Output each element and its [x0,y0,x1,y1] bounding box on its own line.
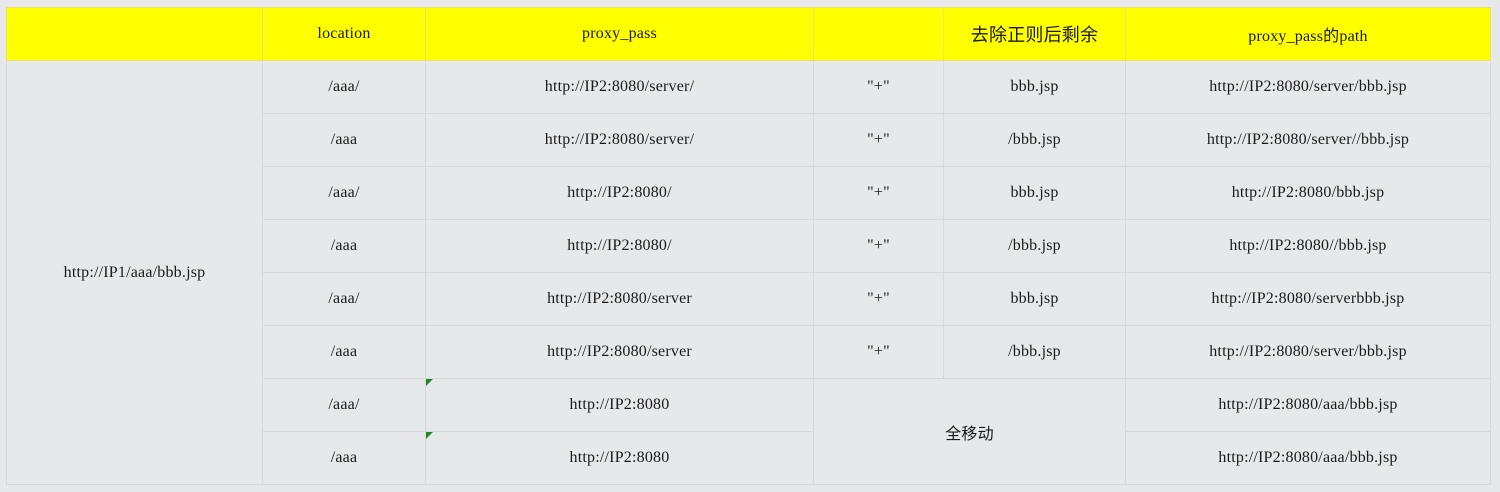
proxy-pass-cell[interactable]: http://IP2:8080/ [425,219,814,273]
path-cell[interactable]: http://IP2:8080/aaa/bbb.jsp [1125,431,1491,485]
location-cell[interactable]: /aaa [262,325,426,379]
merged-move-all-cell[interactable]: 全移动 [813,378,1126,485]
header-cell-remaining[interactable]: 去除正则后剩余 [943,7,1126,61]
proxy-pass-cell[interactable]: http://IP2:8080/server/ [425,113,814,167]
header-cell-op[interactable] [813,7,944,61]
op-cell[interactable]: "+" [813,272,944,326]
remaining-cell[interactable]: bbb.jsp [943,166,1126,220]
comment-marker-icon [426,432,433,439]
header-cell-path[interactable]: proxy_pass的path [1125,7,1491,61]
proxy-pass-text: http://IP2:8080 [569,396,670,413]
path-cell[interactable]: http://IP2:8080/server//bbb.jsp [1125,113,1491,167]
proxy-pass-cell[interactable]: http://IP2:8080/server [425,325,814,379]
op-cell[interactable]: "+" [813,166,944,220]
header-cell-proxy-pass[interactable]: proxy_pass [425,7,814,61]
path-cell[interactable]: http://IP2:8080/serverbbb.jsp [1125,272,1491,326]
location-cell[interactable]: /aaa/ [262,378,426,432]
request-url-cell[interactable]: http://IP1/aaa/bbb.jsp [6,60,263,485]
header-row: location proxy_pass 去除正则后剩余 proxy_pass的p… [6,7,1491,61]
proxy-pass-text: http://IP2:8080 [569,449,670,466]
proxy-pass-cell[interactable]: http://IP2:8080/ [425,166,814,220]
op-cell[interactable]: "+" [813,219,944,273]
path-cell[interactable]: http://IP2:8080//bbb.jsp [1125,219,1491,273]
remaining-cell[interactable]: bbb.jsp [943,60,1126,114]
op-cell[interactable]: "+" [813,113,944,167]
path-cell[interactable]: http://IP2:8080/server/bbb.jsp [1125,325,1491,379]
location-cell[interactable]: /aaa/ [262,272,426,326]
header-cell-location[interactable]: location [262,7,426,61]
spreadsheet-table: location proxy_pass 去除正则后剩余 proxy_pass的p… [6,7,1491,485]
remaining-cell[interactable]: /bbb.jsp [943,325,1126,379]
proxy-pass-cell[interactable]: http://IP2:8080/server/ [425,60,814,114]
remaining-cell[interactable]: bbb.jsp [943,272,1126,326]
op-cell[interactable]: "+" [813,325,944,379]
path-cell[interactable]: http://IP2:8080/server/bbb.jsp [1125,60,1491,114]
location-cell[interactable]: /aaa [262,219,426,273]
comment-marker-icon [426,379,433,386]
path-cell[interactable]: http://IP2:8080/aaa/bbb.jsp [1125,378,1491,432]
remaining-cell[interactable]: /bbb.jsp [943,113,1126,167]
op-cell[interactable]: "+" [813,60,944,114]
proxy-pass-cell[interactable]: http://IP2:8080 [425,431,814,485]
path-cell[interactable]: http://IP2:8080/bbb.jsp [1125,166,1491,220]
location-cell[interactable]: /aaa/ [262,166,426,220]
proxy-pass-cell[interactable]: http://IP2:8080 [425,378,814,432]
location-cell[interactable]: /aaa [262,431,426,485]
remaining-cell[interactable]: /bbb.jsp [943,219,1126,273]
header-cell-empty[interactable] [6,7,263,61]
proxy-pass-cell[interactable]: http://IP2:8080/server [425,272,814,326]
table-row: http://IP1/aaa/bbb.jsp /aaa/ http://IP2:… [6,60,1491,485]
location-cell[interactable]: /aaa/ [262,60,426,114]
location-cell[interactable]: /aaa [262,113,426,167]
